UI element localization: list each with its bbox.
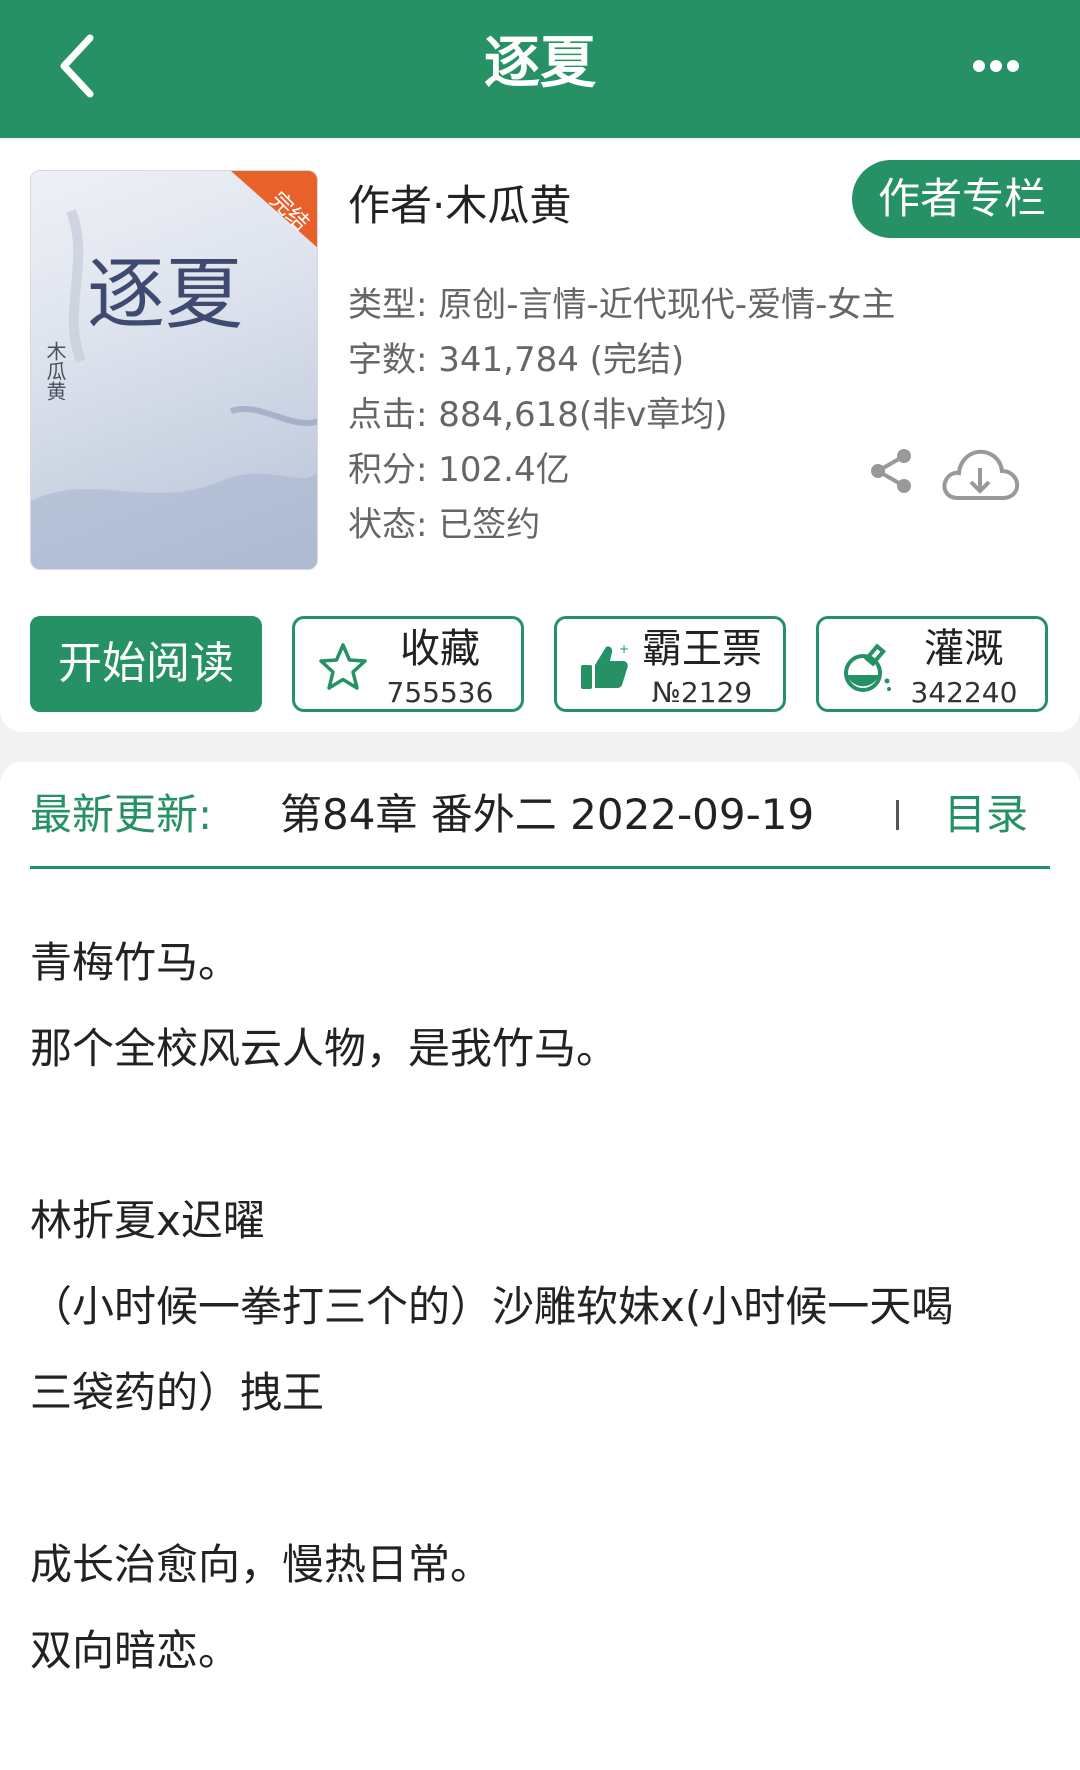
vote-button[interactable]: + 霸王票 №2129 [554, 616, 786, 712]
description-line: 双向暗恋。 [30, 1626, 241, 1675]
more-dots-icon[interactable] [970, 44, 1030, 88]
share-icon[interactable] [866, 446, 916, 496]
table-of-contents-link[interactable]: 目录 [944, 786, 1028, 844]
description-line [30, 1092, 1050, 1178]
cover-author: 木瓜黄 [43, 341, 67, 401]
latest-update-label: 最新更新: [30, 790, 213, 839]
meta-clicks: 点击: 884,618(非v章均) [348, 395, 728, 435]
favorite-button[interactable]: 收藏 755536 [292, 616, 524, 712]
description-line [30, 1436, 1050, 1522]
cover-title: 逐夏 [87, 250, 243, 340]
nutrient-label: 灌溉 [924, 626, 1004, 672]
star-icon [317, 641, 369, 693]
vote-count: №2129 [651, 676, 753, 709]
thumbs-up-icon: + [579, 641, 631, 693]
favorite-label: 收藏 [400, 626, 480, 672]
description-line: （小时候一拳打三个的）沙雕软妹x(小时候一天喝 [30, 1282, 954, 1331]
nutrient-count: 342240 [910, 676, 1018, 709]
flask-icon [841, 641, 893, 693]
meta-word-count: 字数: 341,784 (完结) [348, 340, 685, 380]
start-reading-button[interactable]: 开始阅读 [30, 616, 262, 712]
description-line: 林折夏x迟曜 [30, 1196, 265, 1245]
vote-label: 霸王票 [642, 626, 762, 672]
cloud-download-icon[interactable] [940, 444, 1020, 504]
meta-status: 状态: 已签约 [348, 505, 541, 545]
top-nav-bar: 逐夏 [0, 0, 1080, 138]
description-line: 三袋药的）拽王 [30, 1368, 325, 1417]
divider [896, 800, 899, 830]
book-description: 青梅竹马。 那个全校风云人物，是我竹马。 林折夏x迟曜 （小时候一拳打三个的）沙… [30, 920, 1050, 1694]
description-line: 成长治愈向，慢热日常。 [30, 1540, 493, 1589]
favorite-count: 755536 [386, 676, 494, 709]
book-cover[interactable]: 完结 逐夏 木瓜黄 [30, 170, 318, 570]
author-column-button[interactable]: 作者专栏 [852, 160, 1080, 238]
meta-type: 类型: 原创-言情-近代现代-爱情-女主 [348, 285, 896, 325]
description-line: 青梅竹马。 [30, 938, 241, 987]
description-line: 那个全校风云人物，是我竹马。 [30, 1024, 619, 1073]
page-title: 逐夏 [484, 31, 596, 96]
latest-chapter-link[interactable]: 第84章 番外二 2022-09-19 [280, 786, 814, 844]
author-name[interactable]: 作者·木瓜黄 [348, 178, 571, 234]
nutrient-button[interactable]: 灌溉 342240 [816, 616, 1048, 712]
update-underline [30, 866, 1050, 869]
meta-score: 积分: 102.4亿 [348, 450, 570, 490]
